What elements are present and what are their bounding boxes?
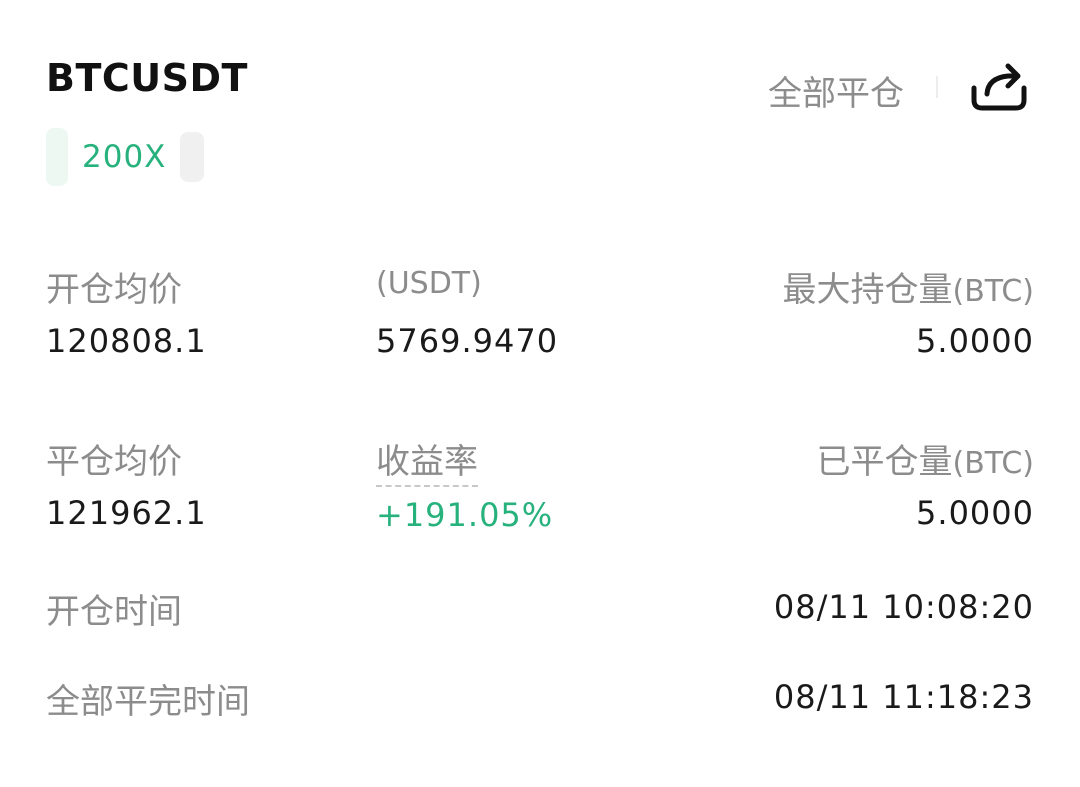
share-icon-graphic — [971, 63, 1027, 111]
closed-position-label-text: 已平仓量 — [816, 442, 953, 482]
max-position-value: 5.0000 — [916, 322, 1034, 360]
pnl-unit-label: (USDT) — [376, 266, 482, 301]
header-divider — [936, 76, 938, 98]
closed-position-unit: (BTC) — [952, 446, 1034, 481]
badge-pill-left — [46, 128, 68, 186]
leverage-badge: 200X — [82, 139, 167, 175]
close-all-time-value: 08/11 11:18:23 — [773, 678, 1034, 716]
close-avg-price-label: 平仓均价 — [46, 442, 182, 482]
close-avg-price-value: 121962.1 — [46, 494, 207, 532]
max-position-unit: (BTC) — [952, 274, 1034, 309]
open-time-label: 开仓时间 — [46, 592, 182, 632]
max-position-label-text: 最大持仓量 — [782, 270, 953, 310]
pnl-value: 5769.9470 — [376, 322, 559, 360]
badge-pill-right — [180, 132, 204, 182]
share-icon[interactable] — [968, 58, 1030, 114]
symbol-title: BTCUSDT — [46, 56, 248, 100]
yield-rate-label[interactable]: 收益率 — [376, 434, 478, 487]
max-position-label: 最大持仓量(BTC) — [782, 262, 1034, 311]
closed-position-value: 5.0000 — [916, 494, 1034, 532]
open-avg-price-value: 120808.1 — [46, 322, 207, 360]
close-all-time-label: 全部平完时间 — [46, 682, 250, 722]
open-avg-price-label: 开仓均价 — [46, 270, 182, 310]
close-all-button[interactable]: 全部平仓 — [768, 66, 904, 115]
closed-position-label: 已平仓量(BTC) — [816, 434, 1034, 483]
open-time-value: 08/11 10:08:20 — [773, 588, 1034, 626]
yield-rate-value: +191.05% — [376, 496, 554, 534]
